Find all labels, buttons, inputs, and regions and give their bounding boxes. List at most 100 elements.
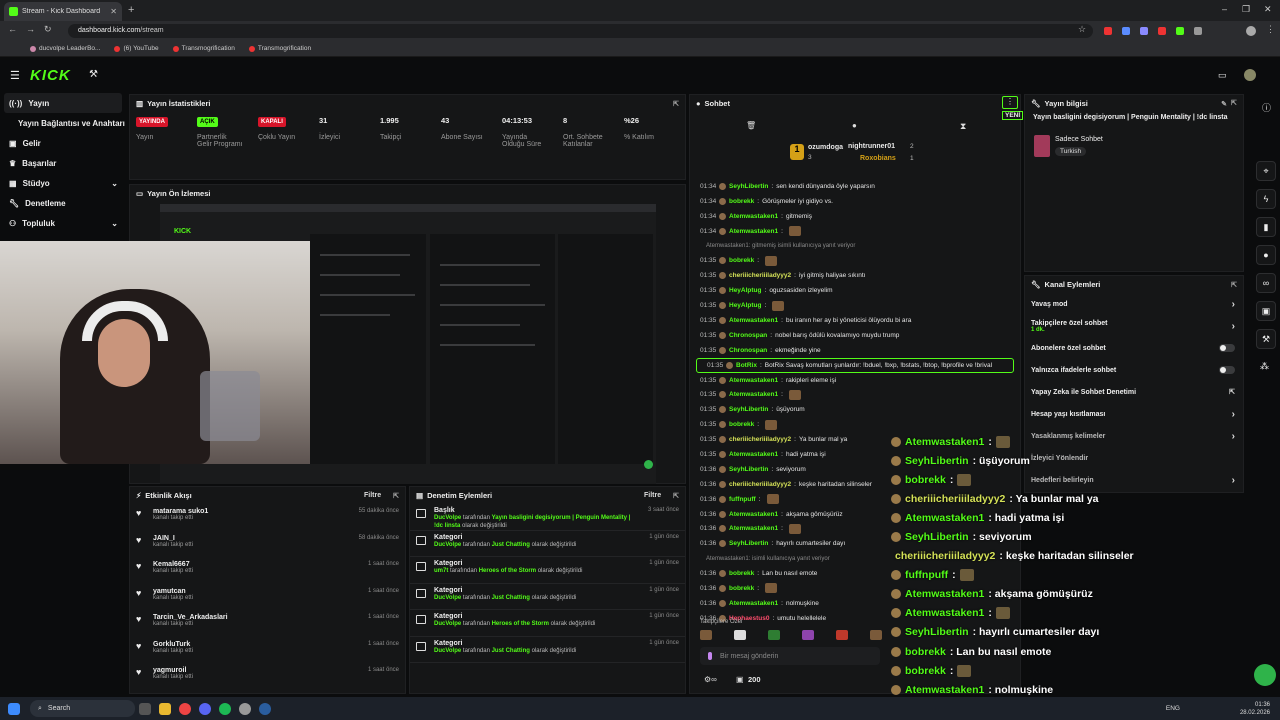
chat-username[interactable]: HeyAlptug (729, 302, 762, 309)
mod-user[interactable]: DucVolpe (434, 648, 461, 654)
filter-button[interactable]: Filtre (644, 492, 661, 499)
file-explorer-icon[interactable] (159, 702, 171, 715)
support-chat-button[interactable] (1254, 664, 1276, 686)
url-field[interactable]: dashboard.kick.com/stream (68, 24, 1093, 38)
chat-message[interactable]: 01:35 Chronospan: nobel barış ödülü kovala… (690, 328, 1020, 343)
chat-username[interactable]: HeyAlptug (729, 287, 762, 294)
lightning-icon[interactable]: ϟ (1256, 189, 1276, 209)
chat-reply-context[interactable]: Atemwastaken1: gitmemiş isimli kullanıcı… (690, 239, 1020, 254)
chat-username[interactable]: BotRix (736, 362, 757, 369)
back-icon[interactable]: ← (8, 24, 17, 34)
chat-message[interactable]: 01:35 Atemwastaken1: bu iranın her ay bi y… (690, 313, 1020, 328)
popout-icon[interactable]: ⇱ (1231, 99, 1237, 107)
chat-message[interactable]: 01:34 Atemwastaken1: gitmemiş (690, 209, 1020, 224)
chat-message[interactable]: 01:35 Chronospan: ekmeğinde yine (690, 343, 1020, 358)
extension-icon[interactable] (1122, 27, 1130, 35)
chat-username[interactable]: Atemwastaken1 (729, 391, 778, 398)
language-indicator[interactable]: ENG (1166, 705, 1180, 712)
emote-icon[interactable] (700, 630, 712, 640)
leader-name[interactable]: nightrunner01 (848, 143, 895, 150)
sidebar-item-community[interactable]: ⚇ Topluluk ⌄ (0, 213, 126, 233)
popout-icon[interactable]: ⇱ (673, 100, 679, 108)
kick-logo[interactable]: KICK (30, 67, 71, 84)
reload-icon[interactable]: ↻ (44, 24, 52, 35)
hourglass-icon[interactable]: ⧗ (960, 121, 966, 132)
new-label[interactable]: YENİ (1002, 111, 1024, 120)
sidebar-item-stream-key[interactable]: Yayın Bağlantısı ve Anahtarı (0, 113, 126, 133)
sidebar-item-revenue[interactable]: ▣ Gelir (0, 133, 126, 153)
bookmark-item[interactable]: Transmogrification (248, 45, 311, 52)
chat-message[interactable]: 01:35 Atemwastaken1: rakipleri eleme işi (690, 373, 1020, 388)
chrome-icon[interactable] (179, 702, 191, 715)
chat-username[interactable]: bobrekk (729, 257, 754, 264)
leader-name[interactable]: Roxobians (860, 155, 896, 162)
follower-name[interactable]: Kemal6667 (153, 561, 193, 568)
chat-username[interactable]: SeyhLibertin (729, 406, 768, 413)
emote-icon[interactable] (734, 630, 746, 640)
chat-message[interactable]: 01:34 SeyhLibertin: sen kendi dünyanda öyl… (690, 179, 1020, 194)
wrench-icon[interactable]: ⚒ (1256, 329, 1276, 349)
bookmark-star-icon[interactable]: ☆ (1078, 24, 1086, 35)
sidebar-item-achievements[interactable]: ♛ Başarılar (0, 153, 126, 173)
edit-icon[interactable]: ✎ (1221, 100, 1227, 108)
chat-username[interactable]: bobrekk (729, 585, 754, 592)
chat-username[interactable]: SeyhLibertin (729, 540, 768, 547)
emote-icon[interactable] (768, 630, 780, 640)
follower-name[interactable]: GorkluTurk (153, 641, 193, 648)
close-tab-icon[interactable]: ✕ (110, 7, 117, 16)
steam-icon[interactable] (259, 702, 271, 715)
follower-name[interactable]: JAIN_I (153, 535, 193, 542)
mod-user[interactable]: DucVolpe (434, 621, 461, 627)
chat-username[interactable]: Chronospan (729, 347, 767, 354)
follower-name[interactable]: yagmuroil (153, 667, 193, 674)
chat-message[interactable]: 01:35 BotRix: BotRix Savaş komutları şunla… (696, 357, 1014, 373)
link-icon[interactable]: ∞ (1256, 273, 1276, 293)
chat-username[interactable]: Atemwastaken1 (729, 525, 778, 532)
popout-icon[interactable]: ⇱ (393, 492, 399, 500)
new-tab-icon[interactable]: + (128, 4, 134, 16)
filter-button[interactable]: Filtre (364, 492, 381, 499)
chat-username[interactable]: Atemwastaken1 (729, 228, 778, 235)
sidebar-item-stream[interactable]: ((·)) Yayın (4, 93, 122, 113)
maximize-icon[interactable]: ❐ (1242, 4, 1250, 15)
account-age-row[interactable]: Hesap yaşı kısıtlaması › (1025, 403, 1243, 425)
subs-only-toggle[interactable] (1219, 344, 1235, 352)
forward-icon[interactable]: → (26, 24, 35, 34)
leader-name[interactable]: ozumdoga (808, 144, 843, 151)
chat-username[interactable]: Atemwastaken1 (729, 511, 778, 518)
hammer-icon[interactable]: ⚒ (89, 69, 98, 80)
chat-username[interactable]: bobrekk (729, 198, 754, 205)
chat-message[interactable]: 01:34 bobrekk: Görüşmeler iyi gidiyo vs. (690, 194, 1020, 209)
chat-message[interactable]: 01:35 bobrekk: (690, 417, 1020, 432)
chat-menu-button[interactable]: ⋮ (1002, 96, 1018, 109)
chat-message[interactable]: 01:35 HeyAlptug: oguzsasiden izleyelim (690, 283, 1020, 298)
follower-name[interactable]: Tarcin_Ve_Arkadaslari (153, 614, 228, 621)
chat-username[interactable]: SeyhLibertin (729, 183, 768, 190)
info-icon[interactable]: ⓘ (1262, 101, 1271, 114)
browser-tab[interactable]: Stream - Kick Dashboard ✕ (4, 2, 122, 21)
sidebar-item-moderation[interactable]: 🔧︎ Denetleme (0, 193, 126, 213)
chat-username[interactable]: Atemwastaken1 (729, 600, 778, 607)
taskview-icon[interactable] (139, 702, 151, 715)
ai-moderation-row[interactable]: Yapay Zeka ile Sohbet Denetimi ⇱ (1025, 381, 1243, 403)
category-name[interactable]: Sadece Sohbet (1055, 136, 1103, 143)
menu-icon[interactable]: ⋮ (1266, 24, 1275, 35)
follower-name[interactable]: matarama suko1 (153, 508, 208, 515)
chat-message[interactable]: 01:35 HeyAlptug: (690, 298, 1020, 313)
mod-user[interactable]: DucVolpe (434, 595, 461, 601)
bookmark-item[interactable]: (6) YouTube (114, 45, 159, 52)
extension-icon[interactable] (1104, 27, 1112, 35)
discord-icon[interactable] (199, 702, 211, 715)
follower-name[interactable]: yamutcan (153, 588, 193, 595)
bookmark-item[interactable]: ducvolpe LeaderBo... (30, 45, 100, 52)
emote-icon[interactable] (870, 630, 882, 640)
chat-bubble-icon[interactable]: ● (852, 121, 857, 130)
extension-icon[interactable] (1176, 27, 1184, 35)
chat-username[interactable]: Atemwastaken1 (729, 377, 778, 384)
followers-only-row[interactable]: Takipçilere özel sohbet 1 dk. › (1025, 315, 1243, 337)
tag-chip[interactable]: Turkish (1055, 147, 1087, 156)
chat-username[interactable]: fuffnpuff (729, 496, 756, 503)
chat-input[interactable]: Bir mesaj gönderin (700, 647, 880, 665)
plugins-icon[interactable]: ⁂ (1260, 361, 1269, 372)
trash-icon[interactable]: 🗑︎ (746, 121, 756, 130)
